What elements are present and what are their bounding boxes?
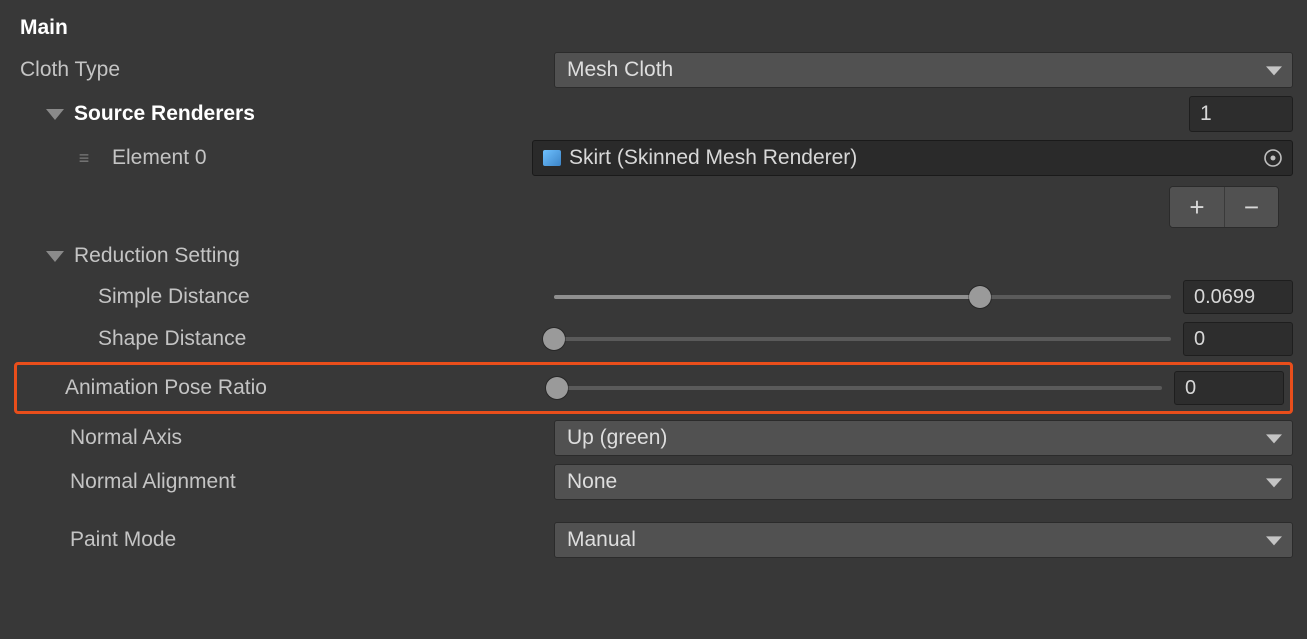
object-reference-field[interactable]: Skirt (Skinned Mesh Renderer): [532, 140, 1293, 176]
label-simple-distance: Simple Distance: [14, 285, 554, 309]
section-header-main: Main: [14, 8, 1293, 48]
row-normal-alignment: Normal Alignment None: [14, 460, 1293, 504]
dropdown-paint-mode[interactable]: Manual: [554, 522, 1293, 558]
label-shape-distance: Shape Distance: [14, 327, 554, 351]
slider-track[interactable]: [557, 386, 1162, 390]
label-animation-pose-ratio: Animation Pose Ratio: [17, 376, 557, 400]
main-section: Main Cloth Type Mesh Cloth Source Render…: [0, 0, 1307, 576]
object-reference-value: Skirt (Skinned Mesh Renderer): [569, 146, 857, 170]
foldout-reduction-setting[interactable]: Reduction Setting: [46, 244, 240, 268]
slider-simple-distance[interactable]: 0.0699: [554, 280, 1293, 314]
object-picker-icon[interactable]: [1262, 147, 1284, 169]
slider-animation-pose-ratio[interactable]: 0: [557, 371, 1284, 405]
slider-value-input[interactable]: 0: [1174, 371, 1284, 405]
row-shape-distance: Shape Distance 0: [14, 318, 1293, 360]
label-normal-alignment: Normal Alignment: [14, 470, 554, 494]
label-cloth-type: Cloth Type: [14, 58, 554, 82]
highlighted-row: Animation Pose Ratio 0: [14, 362, 1293, 414]
row-simple-distance: Simple Distance 0.0699: [14, 276, 1293, 318]
mesh-icon: [543, 150, 561, 166]
remove-button[interactable]: −: [1224, 187, 1278, 227]
dropdown-cloth-type[interactable]: Mesh Cloth: [554, 52, 1293, 88]
chevron-down-icon: [1266, 66, 1282, 75]
list-footer: + −: [14, 180, 1293, 236]
dropdown-normal-axis[interactable]: Up (green): [554, 420, 1293, 456]
label-normal-axis: Normal Axis: [14, 426, 554, 450]
dropdown-value: Mesh Cloth: [567, 58, 673, 82]
dropdown-value: Up (green): [567, 426, 667, 450]
dropdown-normal-alignment[interactable]: None: [554, 464, 1293, 500]
chevron-down-icon: [46, 251, 64, 262]
dropdown-value: Manual: [567, 528, 636, 552]
label-paint-mode: Paint Mode: [14, 528, 554, 552]
list-item: ≡ Element 0 Skirt (Skinned Mesh Renderer…: [14, 136, 1293, 180]
slider-thumb[interactable]: [543, 328, 565, 350]
chevron-down-icon: [1266, 434, 1282, 443]
foldout-label: Reduction Setting: [74, 244, 240, 268]
slider-fill: [554, 295, 980, 299]
section-title: Main: [14, 16, 554, 40]
chevron-down-icon: [46, 109, 64, 120]
row-animation-pose-ratio: Animation Pose Ratio 0: [17, 367, 1284, 409]
slider-value-input[interactable]: 0: [1183, 322, 1293, 356]
slider-track[interactable]: [554, 295, 1171, 299]
row-reduction-setting: Reduction Setting: [14, 236, 1293, 276]
drag-handle-icon[interactable]: ≡: [74, 148, 94, 169]
dropdown-value: None: [567, 470, 617, 494]
chevron-down-icon: [1266, 536, 1282, 545]
row-cloth-type: Cloth Type Mesh Cloth: [14, 48, 1293, 92]
slider-shape-distance[interactable]: 0: [554, 322, 1293, 356]
foldout-source-renderers[interactable]: Source Renderers: [46, 102, 255, 126]
row-paint-mode: Paint Mode Manual: [14, 518, 1293, 562]
slider-thumb[interactable]: [969, 286, 991, 308]
slider-thumb[interactable]: [546, 377, 568, 399]
chevron-down-icon: [1266, 478, 1282, 487]
slider-value-input[interactable]: 0.0699: [1183, 280, 1293, 314]
foldout-label: Source Renderers: [74, 102, 255, 126]
slider-track[interactable]: [554, 337, 1171, 341]
row-source-renderers: Source Renderers 1: [14, 92, 1293, 136]
source-renderers-count[interactable]: 1: [1189, 96, 1293, 132]
add-button[interactable]: +: [1170, 187, 1224, 227]
row-normal-axis: Normal Axis Up (green): [14, 416, 1293, 460]
list-item-label: Element 0: [112, 146, 532, 170]
list-add-remove-group: + −: [1169, 186, 1279, 228]
